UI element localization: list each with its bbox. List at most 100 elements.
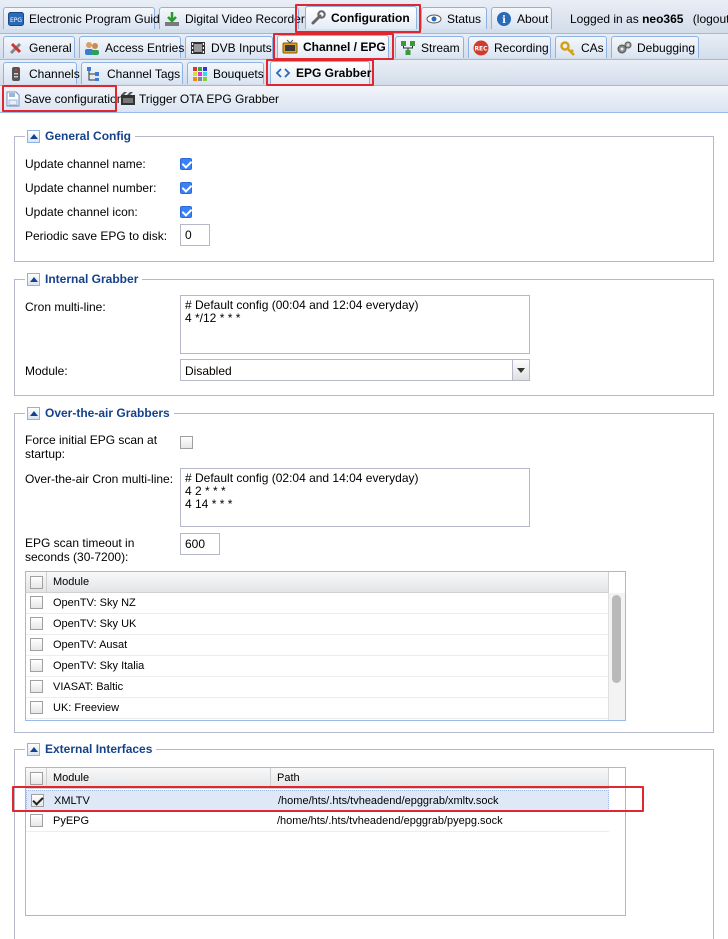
row-checkbox[interactable] (30, 596, 43, 609)
eye-icon (426, 11, 442, 27)
tab-channel-epg[interactable]: Channel / EPG (277, 35, 389, 58)
update-channel-icon-checkbox[interactable] (180, 206, 192, 218)
row-module: OpenTV: Ausat (53, 639, 128, 651)
tab-channel-tags[interactable]: Channel Tags (81, 62, 183, 84)
save-configuration-button[interactable]: Save configuration (5, 89, 123, 109)
config-tab-bar: General Access Entries DVB Inputs Channe… (0, 34, 728, 60)
row-checkbox[interactable] (30, 814, 43, 827)
row-module: OpenTV: Sky NZ (53, 597, 136, 609)
ota-grabbers-fieldset: Over-the-air Grabbers Force initial EPG … (14, 406, 714, 733)
force-scan-label: Force initial EPG scan at startup: (25, 433, 157, 461)
tab-debugging[interactable]: Debugging (611, 36, 699, 58)
cron-line: 4 2 * * * (185, 484, 226, 498)
select-all-checkbox[interactable] (30, 772, 43, 785)
table-row[interactable]: OpenTV: Sky NZ (26, 593, 609, 614)
tab-epg-grabber[interactable]: EPG Grabber (270, 61, 372, 84)
cron-line: 4 14 * * * (185, 497, 233, 511)
trigger-ota-button[interactable]: Trigger OTA EPG Grabber (120, 89, 279, 109)
row-checkbox[interactable] (30, 659, 43, 672)
tab-cas[interactable]: CAs (555, 36, 607, 58)
tab-access-entries[interactable]: Access Entries (79, 36, 184, 58)
table-row[interactable]: PyEPG/home/hts/.hts/tvheadend/epggrab/py… (26, 811, 609, 832)
row-path: /home/hts/.hts/tvheadend/epggrab/pyepg.s… (277, 815, 503, 827)
internal-grabber-title: Internal Grabber (45, 272, 139, 286)
info-icon: i (496, 11, 512, 27)
grid-header-module[interactable]: Module (47, 572, 609, 593)
gears-icon (616, 40, 632, 56)
tab-configuration[interactable]: Configuration (305, 6, 417, 29)
grid-scrollbar[interactable] (608, 593, 625, 720)
grid-header: Module Path (26, 768, 609, 789)
row-checkbox[interactable] (30, 638, 43, 651)
ota-cron-textarea[interactable]: # Default config (02:04 and 14:04 everyd… (180, 468, 530, 527)
table-row[interactable]: OpenTV: Sky Italia (26, 656, 609, 677)
tab-status[interactable]: Status (421, 7, 487, 29)
svg-text:EPG: EPG (10, 17, 22, 24)
tab-bouquets-label: Bouquets (213, 66, 264, 81)
tab-configuration-label: Configuration (331, 11, 410, 25)
periodic-save-input[interactable]: 0 (180, 224, 210, 246)
tab-general-label: General (29, 40, 72, 55)
tab-epg-grabber-label: EPG Grabber (296, 66, 372, 80)
network-icon (400, 40, 416, 56)
ota-cron-label: Over-the-air Cron multi-line: (25, 472, 174, 486)
chevron-down-icon[interactable] (512, 360, 529, 380)
scan-timeout-label-line2: seconds (30-7200): (25, 550, 129, 564)
tab-channels-label: Channels (29, 66, 80, 81)
tab-about[interactable]: i About (491, 7, 552, 29)
film-icon (120, 91, 136, 107)
module-select[interactable]: Disabled (180, 359, 530, 381)
grid-header: Module (26, 572, 609, 593)
tab-epg[interactable]: EPG Electronic Program Guide (3, 7, 166, 29)
logout-link[interactable]: (logout) (693, 12, 728, 26)
table-row[interactable]: UK: Freeview (26, 698, 609, 719)
force-scan-label-line2: startup: (25, 447, 66, 461)
tab-dvr[interactable]: Digital Video Recorder (159, 7, 305, 29)
table-row[interactable]: XMLTV/home/hts/.hts/tvheadend/epggrab/xm… (26, 790, 609, 811)
svg-text:i: i (502, 15, 506, 26)
tab-dvr-label: Digital Video Recorder (185, 11, 305, 26)
update-channel-icon-label: Update channel icon: (25, 205, 138, 219)
row-checkbox[interactable] (30, 617, 43, 630)
grid-header-module[interactable]: Module (47, 768, 271, 789)
scan-timeout-input[interactable]: 600 (180, 533, 220, 555)
scrollbar-thumb[interactable] (612, 595, 621, 683)
film-icon (190, 40, 206, 56)
table-row[interactable]: OpenTV: Sky UK (26, 614, 609, 635)
rec-icon: REC (473, 40, 489, 56)
collapse-toggle-icon[interactable] (27, 742, 40, 756)
update-channel-name-label: Update channel name: (25, 157, 146, 171)
tab-general[interactable]: General (3, 36, 75, 58)
grid-header-path[interactable]: Path (271, 768, 609, 789)
external-interfaces-legend: External Interfaces (25, 742, 157, 756)
tab-stream[interactable]: Stream (395, 36, 464, 58)
collapse-toggle-icon[interactable] (27, 406, 40, 420)
collapse-toggle-icon[interactable] (27, 272, 40, 286)
tab-about-label: About (517, 11, 549, 26)
login-info: Logged in as neo365 (logout) (570, 12, 728, 26)
tab-dvb-inputs[interactable]: DVB Inputs (185, 36, 273, 58)
table-row[interactable]: VIASAT: Baltic (26, 677, 609, 698)
table-row[interactable]: OpenTV: Ausat (26, 635, 609, 656)
cron-multiline-textarea[interactable]: # Default config (00:04 and 12:04 everyd… (180, 295, 530, 354)
tab-channels[interactable]: Channels (3, 62, 80, 84)
row-checkbox[interactable] (30, 701, 43, 714)
tab-bouquets[interactable]: Bouquets (187, 62, 264, 84)
force-scan-checkbox[interactable] (180, 436, 193, 449)
remote-icon (8, 66, 24, 82)
update-channel-name-checkbox[interactable] (180, 158, 192, 170)
save-icon (5, 91, 21, 107)
row-checkbox[interactable] (31, 794, 44, 807)
ota-grabbers-legend: Over-the-air Grabbers (25, 406, 174, 420)
general-config-fieldset: General Config Update channel name: Upda… (14, 129, 714, 262)
collapse-toggle-icon[interactable] (27, 129, 40, 143)
tab-recording-label: Recording (494, 40, 549, 55)
ota-grabbers-title: Over-the-air Grabbers (45, 406, 170, 420)
tools-icon (8, 40, 24, 56)
row-module: OpenTV: Sky Italia (53, 660, 145, 672)
row-checkbox[interactable] (30, 680, 43, 693)
update-channel-number-checkbox[interactable] (180, 182, 192, 194)
tab-channel-epg-label: Channel / EPG (303, 40, 386, 54)
select-all-checkbox[interactable] (30, 576, 43, 589)
tab-recording[interactable]: REC Recording (468, 36, 551, 58)
